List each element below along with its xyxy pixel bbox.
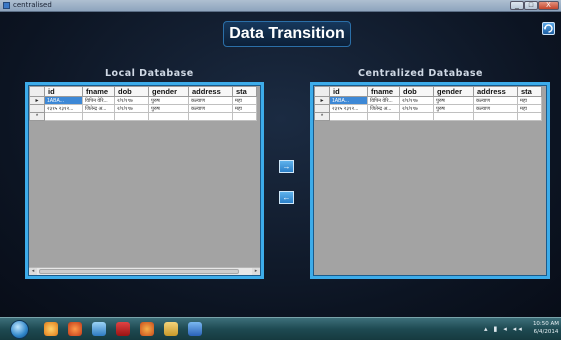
centralized-database-panel: id fname dob gender address sta ▸ 1ABA..… [310,82,550,279]
cell-dob[interactable]: २/१/१९७ [114,104,149,113]
row-selector[interactable]: ▸ [29,96,45,105]
cell-gender[interactable]: पुरुष [433,96,474,105]
row-selector[interactable] [314,104,330,113]
move-to-local-button[interactable]: ← [279,191,294,204]
taskbar: ▴ ▮ ◂ ◂◂ 10:50 AM 6/4/2014 [0,317,561,340]
new-row[interactable]: * [29,112,257,121]
new-row-marker[interactable]: * [29,112,45,121]
column-header-address[interactable]: address [473,86,518,97]
row-header-corner [314,86,330,97]
cell-address[interactable]: कल्याण [188,104,233,113]
visual-studio-icon[interactable] [188,322,202,336]
cell-sta[interactable] [517,112,542,121]
start-button[interactable] [10,320,29,339]
column-header-sta[interactable]: sta [517,86,542,97]
column-header-dob[interactable]: dob [399,86,434,97]
clock-date[interactable]: 6/4/2014 [532,329,560,336]
scroll-thumb[interactable] [39,269,239,274]
column-header-gender[interactable]: gender [433,86,474,97]
close-button[interactable]: X [538,1,559,10]
maximize-button[interactable]: □ [524,1,538,10]
cell-fname[interactable] [367,112,400,121]
cell-id[interactable]: 1ABA... [329,96,368,105]
scroll-right-icon[interactable]: ▸ [252,268,260,275]
cell-fname[interactable]: विपिन वेरि... [367,96,400,105]
cell-sta[interactable]: महा [232,96,257,105]
column-header-id[interactable]: id [44,86,83,97]
app-area: Data Transition Local Database Centraliz… [0,12,561,317]
minimize-button[interactable]: _ [510,1,524,10]
column-header-fname[interactable]: fname [82,86,115,97]
cell-address[interactable]: कल्याण [473,104,518,113]
cell-id[interactable]: २३१५ २३१२... [44,104,83,113]
media-player-icon[interactable] [140,322,154,336]
centralized-database-label: Centralized Database [358,68,483,79]
local-header-row: id fname dob gender address sta [29,86,257,97]
cell-fname[interactable]: जितेन्द्र अ... [367,104,400,113]
scroll-left-icon[interactable]: ◂ [29,268,37,275]
cell-gender[interactable] [148,112,189,121]
cell-dob[interactable] [399,112,434,121]
pdf-reader-icon[interactable] [116,322,130,336]
column-header-fname[interactable]: fname [367,86,400,97]
cell-id[interactable] [44,112,83,121]
table-row[interactable]: ▸ 1ABA... विपिन वेरि... २/१/१९७ पुरुष कल… [314,96,542,105]
cell-dob[interactable]: २/१/१९७ [399,96,434,105]
cell-address[interactable] [473,112,518,121]
cell-id[interactable] [329,112,368,121]
app-icon [3,2,10,9]
cell-dob[interactable]: २/१/१९७ [114,96,149,105]
cell-sta[interactable]: महा [517,104,542,113]
cell-address[interactable]: कल्याण [473,96,518,105]
window-title: centralised [13,1,52,9]
column-header-gender[interactable]: gender [148,86,189,97]
column-header-sta[interactable]: sta [232,86,257,97]
row-header-corner [29,86,45,97]
browser-icon[interactable] [44,322,58,336]
cell-sta[interactable]: महा [517,96,542,105]
cell-gender[interactable] [433,112,474,121]
new-row-marker[interactable]: * [314,112,330,121]
cell-dob[interactable]: २/१/१९७ [399,104,434,113]
cell-fname[interactable]: विपिन वेरि... [82,96,115,105]
cell-dob[interactable] [114,112,149,121]
column-header-id[interactable]: id [329,86,368,97]
cell-id[interactable]: २३१५ २३१२... [329,104,368,113]
new-row[interactable]: * [314,112,542,121]
firefox-icon[interactable] [68,322,82,336]
table-row[interactable]: २३१५ २३१२... जितेन्द्र अ... २/१/१९७ पुरु… [29,104,257,113]
column-header-dob[interactable]: dob [114,86,149,97]
local-data-grid[interactable]: id fname dob gender address sta ▸ 1ABA..… [28,85,261,276]
local-database-panel: id fname dob gender address sta ▸ 1ABA..… [25,82,264,279]
cell-fname[interactable]: जितेन्द्र अ... [82,104,115,113]
system-tray[interactable]: ▴ ▮ ◂ ◂◂ [484,325,524,333]
local-horizontal-scrollbar[interactable]: ◂ ▸ [29,267,260,275]
table-row[interactable]: २३१५ २३१२... जितेन्द्र अ... २/१/१९७ पुरु… [314,104,542,113]
column-header-address[interactable]: address [188,86,233,97]
cell-sta[interactable]: महा [232,104,257,113]
refresh-icon [543,24,553,33]
folder-icon[interactable] [164,322,178,336]
cell-address[interactable]: कल्याण [188,96,233,105]
cell-gender[interactable]: पुरुष [433,104,474,113]
cell-gender[interactable]: पुरुष [148,96,189,105]
cell-gender[interactable]: पुरुष [148,104,189,113]
row-selector[interactable] [29,104,45,113]
central-data-grid[interactable]: id fname dob gender address sta ▸ 1ABA..… [313,85,547,276]
cell-fname[interactable] [82,112,115,121]
move-to-central-button[interactable]: → [279,160,294,173]
page-title: Data Transition [223,21,351,47]
central-header-row: id fname dob gender address sta [314,86,542,97]
local-database-label: Local Database [105,68,194,79]
table-row[interactable]: ▸ 1ABA... विपिन वेरि... २/१/१९७ पुरुष कल… [29,96,257,105]
row-selector[interactable]: ▸ [314,96,330,105]
cell-sta[interactable] [232,112,257,121]
cell-id[interactable]: 1ABA... [44,96,83,105]
windows-explorer-icon[interactable] [92,322,106,336]
clock-time[interactable]: 10:50 AM [532,321,560,328]
refresh-button[interactable] [542,22,555,35]
window-titlebar: centralised _ □ X [0,0,561,12]
cell-address[interactable] [188,112,233,121]
